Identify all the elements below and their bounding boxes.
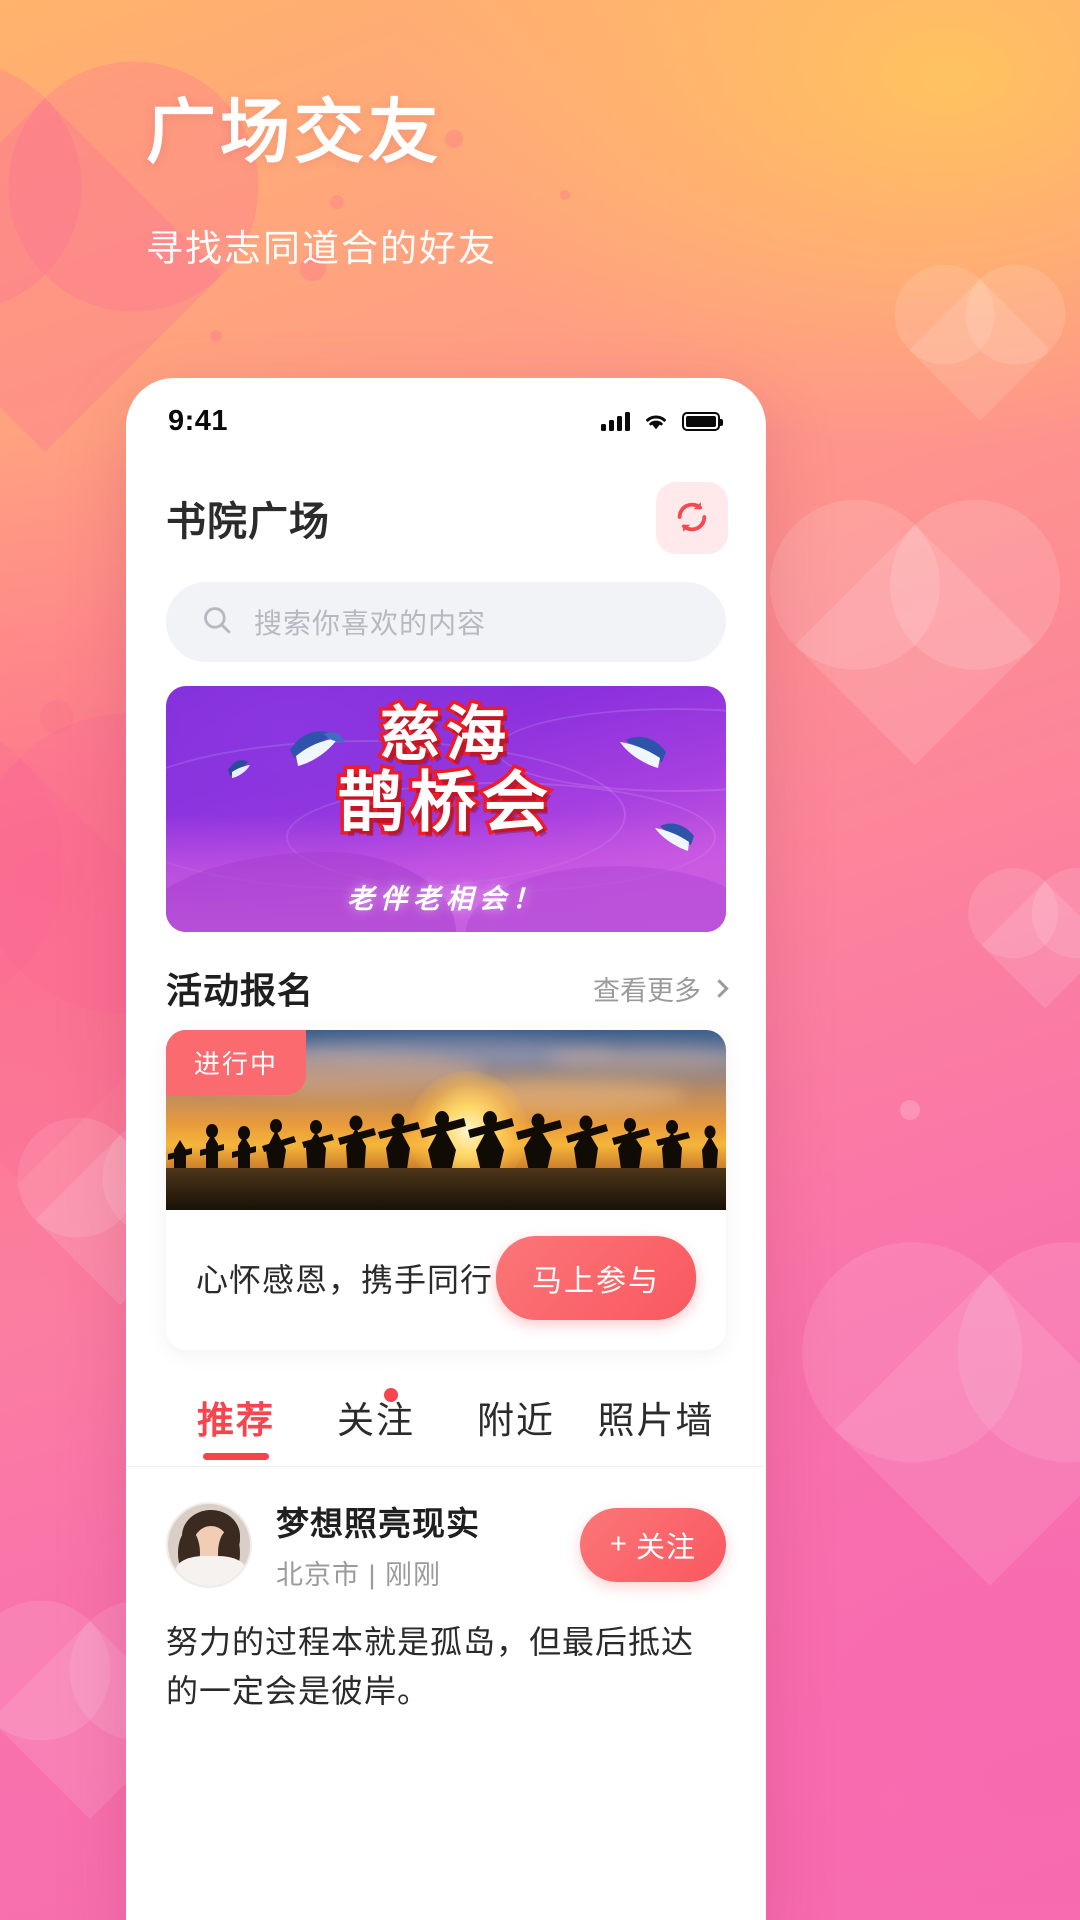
banner-title-line1: 慈海 [377, 698, 512, 772]
search-placeholder: 搜索你喜欢的内容 [254, 608, 487, 639]
tab-label: 照片墙 [597, 1400, 715, 1441]
tab-following[interactable]: 关注 [306, 1388, 446, 1466]
activity-image: 进行中 [166, 1030, 726, 1210]
tab-indicator [203, 1453, 269, 1460]
avatar-body [176, 1555, 246, 1586]
activity-title: 心怀感恩，携手同行 [196, 1262, 494, 1298]
view-more-label: 查看更多 [593, 975, 701, 1006]
page-title: 广场交友 [146, 93, 442, 171]
dot-decoration [900, 1100, 920, 1120]
feed-tabs: 推荐 关注 附近 照片墙 [126, 1350, 766, 1467]
dot-decoration [210, 330, 222, 342]
page-header: 广场交友 寻找志同道合的好友 [146, 90, 946, 272]
search-input[interactable]: 搜索你喜欢的内容 [166, 582, 726, 662]
dot-decoration [40, 700, 74, 734]
phone-mockup: 9:41 书院广场 搜索你喜欢的内容 慈海 鹊桥会 老伴老相会！ 活动报名 查看… [126, 378, 766, 1920]
post-location-time: 北京市 | 刚刚 [276, 1560, 442, 1590]
crowd-silhouette [168, 1111, 718, 1176]
search-section: 搜索你喜欢的内容 [126, 560, 766, 662]
join-activity-button[interactable]: 马上参与 [496, 1236, 696, 1320]
tab-label: 推荐 [197, 1400, 275, 1441]
tab-nearby[interactable]: 附近 [446, 1390, 586, 1466]
tab-label: 关注 [337, 1400, 415, 1441]
activity-section-header: 活动报名 查看更多 [126, 932, 766, 1030]
status-bar: 9:41 [126, 378, 766, 464]
post-author-name: 梦想照亮现实 [276, 1505, 480, 1542]
search-icon [200, 603, 234, 642]
battery-icon [682, 411, 723, 431]
status-time: 9:41 [168, 404, 229, 437]
banner-tagline: 老伴老相会！ [347, 884, 545, 914]
app-title: 书院广场 [166, 500, 330, 544]
banner-title-line2: 鹊桥会 [335, 762, 554, 843]
chevron-right-icon [710, 978, 729, 998]
activity-list: 进行中 心怀感恩，携手同行 马上参与 [126, 1030, 766, 1350]
signal-bars-icon [601, 411, 630, 431]
status-icons [601, 411, 723, 431]
promo-banner[interactable]: 慈海 鹊桥会 老伴老相会！ [166, 686, 726, 932]
follow-button[interactable]: + 关注 [580, 1507, 726, 1582]
refresh-button[interactable] [656, 482, 728, 554]
activity-card[interactable]: 进行中 心怀感恩，携手同行 马上参与 [166, 1030, 726, 1350]
status-badge: 进行中 [166, 1030, 307, 1095]
ground-decoration [166, 1168, 726, 1210]
post-header: 梦想照亮现实 北京市 | 刚刚 + 关注 [166, 1497, 726, 1592]
activity-card-footer: 心怀感恩，携手同行 马上参与 [166, 1210, 726, 1350]
plus-icon: + [610, 1528, 628, 1560]
tab-recommend[interactable]: 推荐 [166, 1390, 306, 1466]
post-content: 努力的过程本就是孤岛，但最后抵达的一定会是彼岸。 [166, 1624, 695, 1709]
app-bar: 书院广场 [126, 464, 766, 560]
tab-label: 附近 [477, 1400, 555, 1441]
view-more-link[interactable]: 查看更多 [593, 969, 729, 1008]
notification-dot [384, 1388, 398, 1402]
post-meta: 梦想照亮现实 北京市 | 刚刚 [276, 1497, 556, 1592]
page-subtitle: 寻找志同道合的好友 [146, 228, 497, 269]
wifi-icon [643, 411, 669, 431]
activity-section-title: 活动报名 [166, 970, 315, 1011]
tab-photo-wall[interactable]: 照片墙 [586, 1390, 726, 1466]
banner-title: 慈海 鹊桥会 [166, 698, 726, 843]
feed-post: 梦想照亮现实 北京市 | 刚刚 + 关注 努力的过程本就是孤岛，但最后抵达的一定… [126, 1467, 766, 1715]
avatar[interactable] [166, 1501, 252, 1588]
refresh-icon [673, 498, 711, 539]
follow-label: 关注 [635, 1531, 696, 1564]
banner-section: 慈海 鹊桥会 老伴老相会！ [126, 662, 766, 932]
cloud-decoration [546, 1046, 726, 1072]
